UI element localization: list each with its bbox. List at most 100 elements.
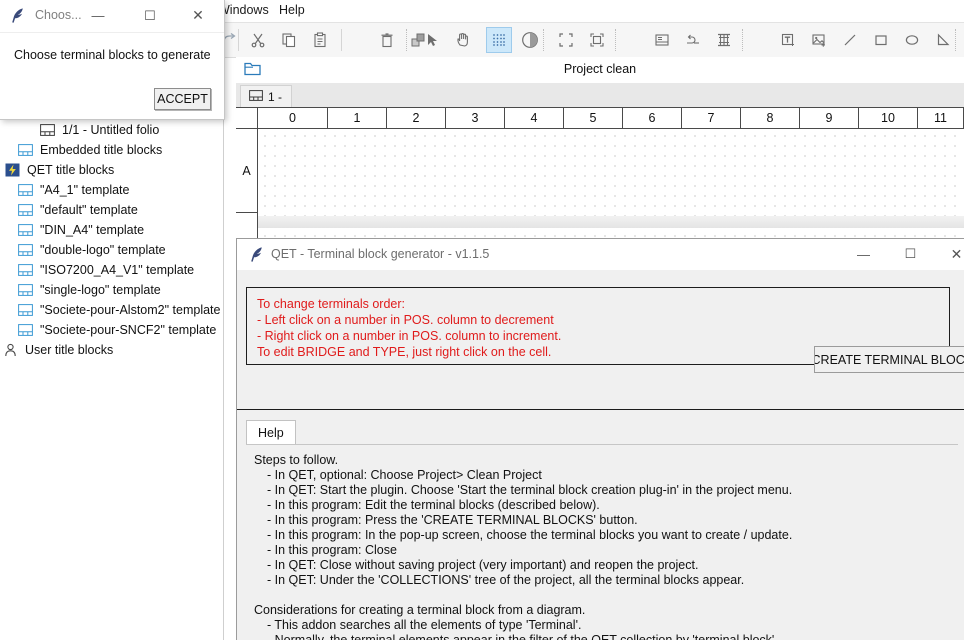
draw-line-icon[interactable]	[837, 27, 863, 53]
col-header-6: 6	[623, 108, 682, 128]
choose-dialog-titlebar[interactable]: Choos... — ☐ ✕	[0, 0, 224, 33]
info-line-4: To edit BRIDGE and TYPE, just right clic…	[257, 345, 551, 359]
select-invert-icon[interactable]	[584, 27, 610, 53]
choose-terminal-blocks-dialog: Choos... — ☐ ✕ Choose terminal blocks to…	[0, 0, 225, 120]
col-header-9: 9	[800, 108, 859, 128]
title-block-icon	[18, 184, 33, 196]
help-line-12: - Normally, the terminal elements appear…	[267, 633, 778, 640]
tree-item-embedded-title-blocks[interactable]: Embedded title blocks	[18, 140, 162, 160]
tree-item-a4-1-template[interactable]: "A4_1" template	[18, 180, 129, 200]
tab-help[interactable]: Help	[246, 420, 296, 445]
tree-item-single-logo-template[interactable]: "single-logo" template	[18, 280, 161, 300]
col-header-10: 10	[859, 108, 918, 128]
paste-icon[interactable]	[307, 27, 333, 53]
tbg-close-button[interactable]: ✕	[934, 239, 964, 269]
contrast-circle-icon[interactable]	[517, 27, 543, 53]
choose-dialog-maximize-button[interactable]: ☐	[127, 0, 173, 31]
col-header-0: 0	[258, 108, 328, 128]
title-block-icon	[18, 304, 33, 316]
col-header-3: 3	[446, 108, 505, 128]
tree-item-label: "Societe-pour-SNCF2" template	[40, 323, 216, 337]
qet-feather-icon	[10, 7, 26, 27]
menu-help[interactable]: Help	[279, 3, 305, 17]
copy-icon[interactable]	[276, 27, 302, 53]
title-block-icon	[18, 264, 33, 276]
tbg-minimize-button[interactable]: —	[841, 239, 886, 269]
qet-feather-icon	[249, 246, 265, 266]
project-title: Project clean	[236, 62, 964, 76]
choose-dialog-close-button[interactable]: ✕	[175, 0, 221, 31]
title-block-icon	[18, 284, 33, 296]
col-header-1: 1	[328, 108, 387, 128]
help-line-3: - In QET: Start the plugin. Choose 'Star…	[267, 483, 792, 497]
tree-item-label: "single-logo" template	[40, 283, 161, 297]
select-arrow-icon[interactable]	[419, 27, 445, 53]
info-line-1: To change terminals order:	[257, 297, 405, 311]
tree-item-iso7200-a4-v1-template[interactable]: "ISO7200_A4_V1" template	[18, 260, 194, 280]
tree-item-label: QET title blocks	[27, 163, 114, 177]
help-line-5: - In this program: Press the 'CREATE TER…	[267, 513, 638, 527]
tree-item-default-template[interactable]: "default" template	[18, 200, 138, 220]
tbg-titlebar[interactable]: QET - Terminal block generator - v1.1.5 …	[237, 239, 964, 271]
tbg-section-divider	[237, 409, 964, 410]
tree-item-label: "A4_1" template	[40, 183, 129, 197]
tbg-maximize-button[interactable]: ☐	[888, 239, 933, 269]
terminal-block-generator-window: QET - Terminal block generator - v1.1.5 …	[236, 238, 964, 640]
add-text-icon[interactable]	[775, 27, 801, 53]
tree-item-qet-title-blocks[interactable]: QET title blocks	[5, 160, 114, 180]
tree-item-societe-pour-sncf2-template[interactable]: "Societe-pour-SNCF2" template	[18, 320, 216, 340]
draw-polygon-icon[interactable]	[930, 27, 956, 53]
tbg-window-title: QET - Terminal block generator - v1.1.5	[271, 247, 489, 261]
tree-item-label: "ISO7200_A4_V1" template	[40, 263, 194, 277]
title-block-icon	[18, 324, 33, 336]
document-header: Project clean	[236, 57, 964, 84]
tree-item-label: "DIN_A4" template	[40, 223, 144, 237]
column-ruler: 0 1 2 3 4 5 6 7 8 9 10 11	[236, 107, 964, 129]
help-text-pane[interactable]: Steps to follow. - In QET, optional: Cho…	[246, 445, 958, 640]
choose-dialog-minimize-button[interactable]: —	[75, 0, 121, 31]
tree-item-label: "double-logo" template	[40, 243, 166, 257]
help-line-7: - In this program: Close	[267, 543, 397, 557]
conductor-icon[interactable]	[680, 27, 706, 53]
pan-hand-icon[interactable]	[450, 27, 476, 53]
canvas-horizontal-scrollbar[interactable]	[258, 216, 964, 228]
title-block-icon	[18, 204, 33, 216]
draw-rectangle-icon[interactable]	[868, 27, 894, 53]
tree-item-label: Embedded title blocks	[40, 143, 162, 157]
accept-button[interactable]: ACCEPT	[154, 88, 211, 110]
tree-item-din-a4-template[interactable]: "DIN_A4" template	[18, 220, 144, 240]
info-line-2: - Left click on a number in POS. column …	[257, 313, 554, 327]
tbg-body: To change terminals order: - Left click …	[237, 270, 964, 640]
help-line-8: - In QET: Close without saving project (…	[267, 558, 698, 572]
cut-icon[interactable]	[245, 27, 271, 53]
create-terminal-blocks-button[interactable]: CREATE TERMINAL BLOCKS	[814, 346, 964, 373]
tree-item-untitled-folio[interactable]: 1/1 - Untitled folio	[40, 120, 159, 140]
tree-item-user-title-blocks[interactable]: User title blocks	[3, 340, 113, 360]
select-all-icon[interactable]	[553, 27, 579, 53]
help-line-9: - In QET: Under the 'COLLECTIONS' tree o…	[267, 573, 744, 587]
draw-ellipse-icon[interactable]	[899, 27, 925, 53]
menu-windows[interactable]: Windows	[218, 3, 269, 17]
choose-dialog-prompt: Choose terminal blocks to generate	[14, 48, 211, 62]
folio-tab-1[interactable]: 1 -	[240, 85, 292, 107]
delete-icon[interactable]	[374, 27, 400, 53]
tree-item-label: "default" template	[40, 203, 138, 217]
tree-item-label: User title blocks	[25, 343, 113, 357]
help-line-10: Considerations for creating a terminal b…	[254, 603, 585, 617]
title-block-icon	[18, 144, 33, 156]
folio-tab-label: 1 -	[268, 90, 282, 104]
tree-item-societe-pour-alstom2-template[interactable]: "Societe-pour-Alstom2" template	[18, 300, 220, 320]
tree-item-double-logo-template[interactable]: "double-logo" template	[18, 240, 166, 260]
add-image-icon[interactable]	[806, 27, 832, 53]
grid-snap-icon[interactable]	[486, 27, 512, 53]
folio-tabstrip: 1 -	[236, 83, 964, 108]
col-header-11: 11	[918, 108, 964, 128]
screen-root: Windows Help	[0, 0, 964, 640]
help-line-2: - In QET, optional: Choose Project> Clea…	[267, 468, 542, 482]
element-edit-icon[interactable]	[649, 27, 675, 53]
help-line-4: - In this program: Edit the terminal blo…	[267, 498, 600, 512]
ruler-corner	[236, 108, 258, 128]
col-header-8: 8	[741, 108, 800, 128]
col-header-5: 5	[564, 108, 623, 128]
terminal-block-icon[interactable]	[711, 27, 737, 53]
